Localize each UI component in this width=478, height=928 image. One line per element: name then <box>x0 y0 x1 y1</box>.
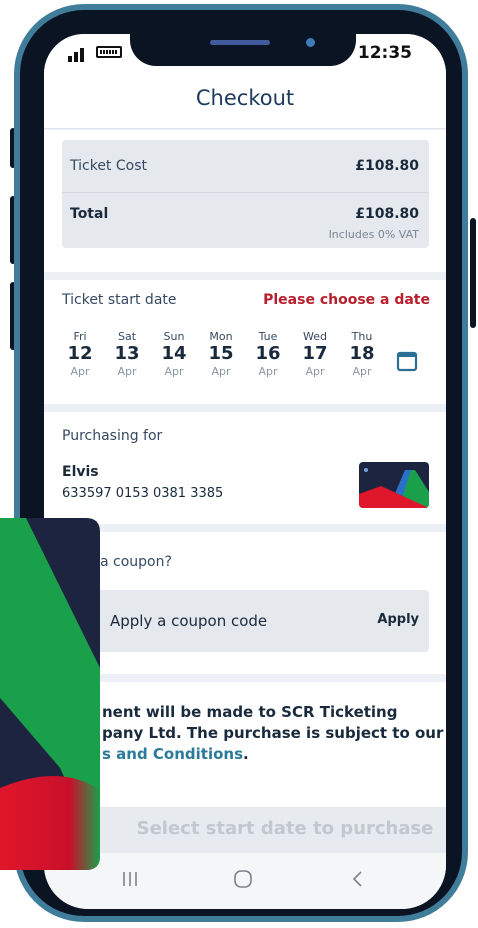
purchaser-name: Elvis <box>62 464 99 480</box>
home-icon[interactable] <box>232 869 254 893</box>
start-date-card: Ticket start date Please choose a date F… <box>44 280 446 404</box>
page-title: Checkout <box>195 86 295 110</box>
terms-card: nent will be made to SCR Ticketing pany … <box>44 682 446 807</box>
day-number: 12 <box>67 343 93 364</box>
travel-card-thumbnail <box>359 462 429 508</box>
front-camera <box>306 38 315 47</box>
total-label: Total <box>70 206 109 222</box>
date-option-14[interactable]: Sun 14 Apr <box>154 330 194 378</box>
day-number: 15 <box>208 343 234 364</box>
terms-link[interactable]: s and Conditions <box>102 745 243 763</box>
coupon-placeholder: Apply a coupon code <box>110 612 268 630</box>
day-month: Apr <box>211 365 231 378</box>
day-name: Wed <box>303 330 327 343</box>
coupon-card: a coupon? Apply a coupon code Apply <box>44 532 446 674</box>
vat-note: Includes 0% VAT <box>328 228 419 241</box>
day-month: Apr <box>352 365 372 378</box>
day-name: Mon <box>209 330 233 343</box>
date-option-12[interactable]: Fri 12 Apr <box>60 330 100 378</box>
day-month: Apr <box>305 365 325 378</box>
day-name: Thu <box>351 330 373 343</box>
day-name: Sun <box>163 330 185 343</box>
start-date-label: Ticket start date <box>62 292 177 308</box>
terms-end: . <box>243 745 249 763</box>
back-icon[interactable] <box>350 869 366 893</box>
day-month: Apr <box>164 365 184 378</box>
day-name: Sat <box>117 330 137 343</box>
day-month: Apr <box>117 365 137 378</box>
date-option-13[interactable]: Sat 13 Apr <box>107 330 147 378</box>
card-number: 633597 0153 0381 3385 <box>62 486 224 501</box>
day-number: 16 <box>255 343 281 364</box>
coupon-input[interactable]: Apply a coupon code Apply <box>62 590 429 652</box>
android-nav-bar <box>44 853 446 909</box>
ticket-cost-label: Ticket Cost <box>70 158 147 174</box>
day-number: 18 <box>349 343 375 364</box>
day-month: Apr <box>70 365 90 378</box>
power-button <box>470 218 476 328</box>
purchasing-label: Purchasing for <box>62 428 163 444</box>
status-time: 12:35 <box>357 43 412 63</box>
terms-line-1: nent will be made to SCR Ticketing <box>102 703 398 721</box>
purchase-button[interactable]: Select start date to purchase <box>44 807 446 853</box>
day-number: 13 <box>114 343 140 364</box>
camera-notch <box>130 34 356 66</box>
cost-card: Ticket Cost £108.80 Total £108.80 Includ… <box>44 130 446 272</box>
cost-summary: Ticket Cost £108.80 Total £108.80 Includ… <box>62 140 429 248</box>
ticket-cost-value: £108.80 <box>355 158 419 174</box>
battery-icon <box>96 46 122 58</box>
calendar-icon[interactable] <box>396 350 418 376</box>
day-month: Apr <box>258 365 278 378</box>
date-option-15[interactable]: Mon 15 Apr <box>201 330 241 378</box>
divider <box>62 192 429 193</box>
date-option-16[interactable]: Tue 16 Apr <box>248 330 288 378</box>
terms-text: nent will be made to SCR Ticketing pany … <box>102 702 446 765</box>
travel-card-overlay <box>0 518 100 870</box>
purchasing-card: Purchasing for Elvis 633597 0153 0381 33… <box>44 412 446 524</box>
speaker-grille <box>210 40 270 45</box>
day-name: Fri <box>73 330 87 343</box>
date-error-message: Please choose a date <box>263 292 430 308</box>
purchase-button-label: Select start date to purchase <box>136 818 434 839</box>
day-number: 14 <box>161 343 187 364</box>
app-bar: Checkout <box>44 76 446 129</box>
coupon-question: a coupon? <box>100 554 172 570</box>
apply-coupon-button[interactable]: Apply <box>377 612 419 627</box>
date-option-17[interactable]: Wed 17 Apr <box>295 330 335 378</box>
total-value: £108.80 <box>355 206 419 222</box>
day-name: Tue <box>258 330 278 343</box>
recent-apps-icon[interactable] <box>120 869 140 893</box>
day-number: 17 <box>302 343 328 364</box>
terms-line-2: pany Ltd. The purchase is subject to our <box>102 724 444 742</box>
date-option-18[interactable]: Thu 18 Apr <box>342 330 382 378</box>
screen: 12:35 Checkout Ticket Cost £108.80 Total… <box>44 34 446 909</box>
